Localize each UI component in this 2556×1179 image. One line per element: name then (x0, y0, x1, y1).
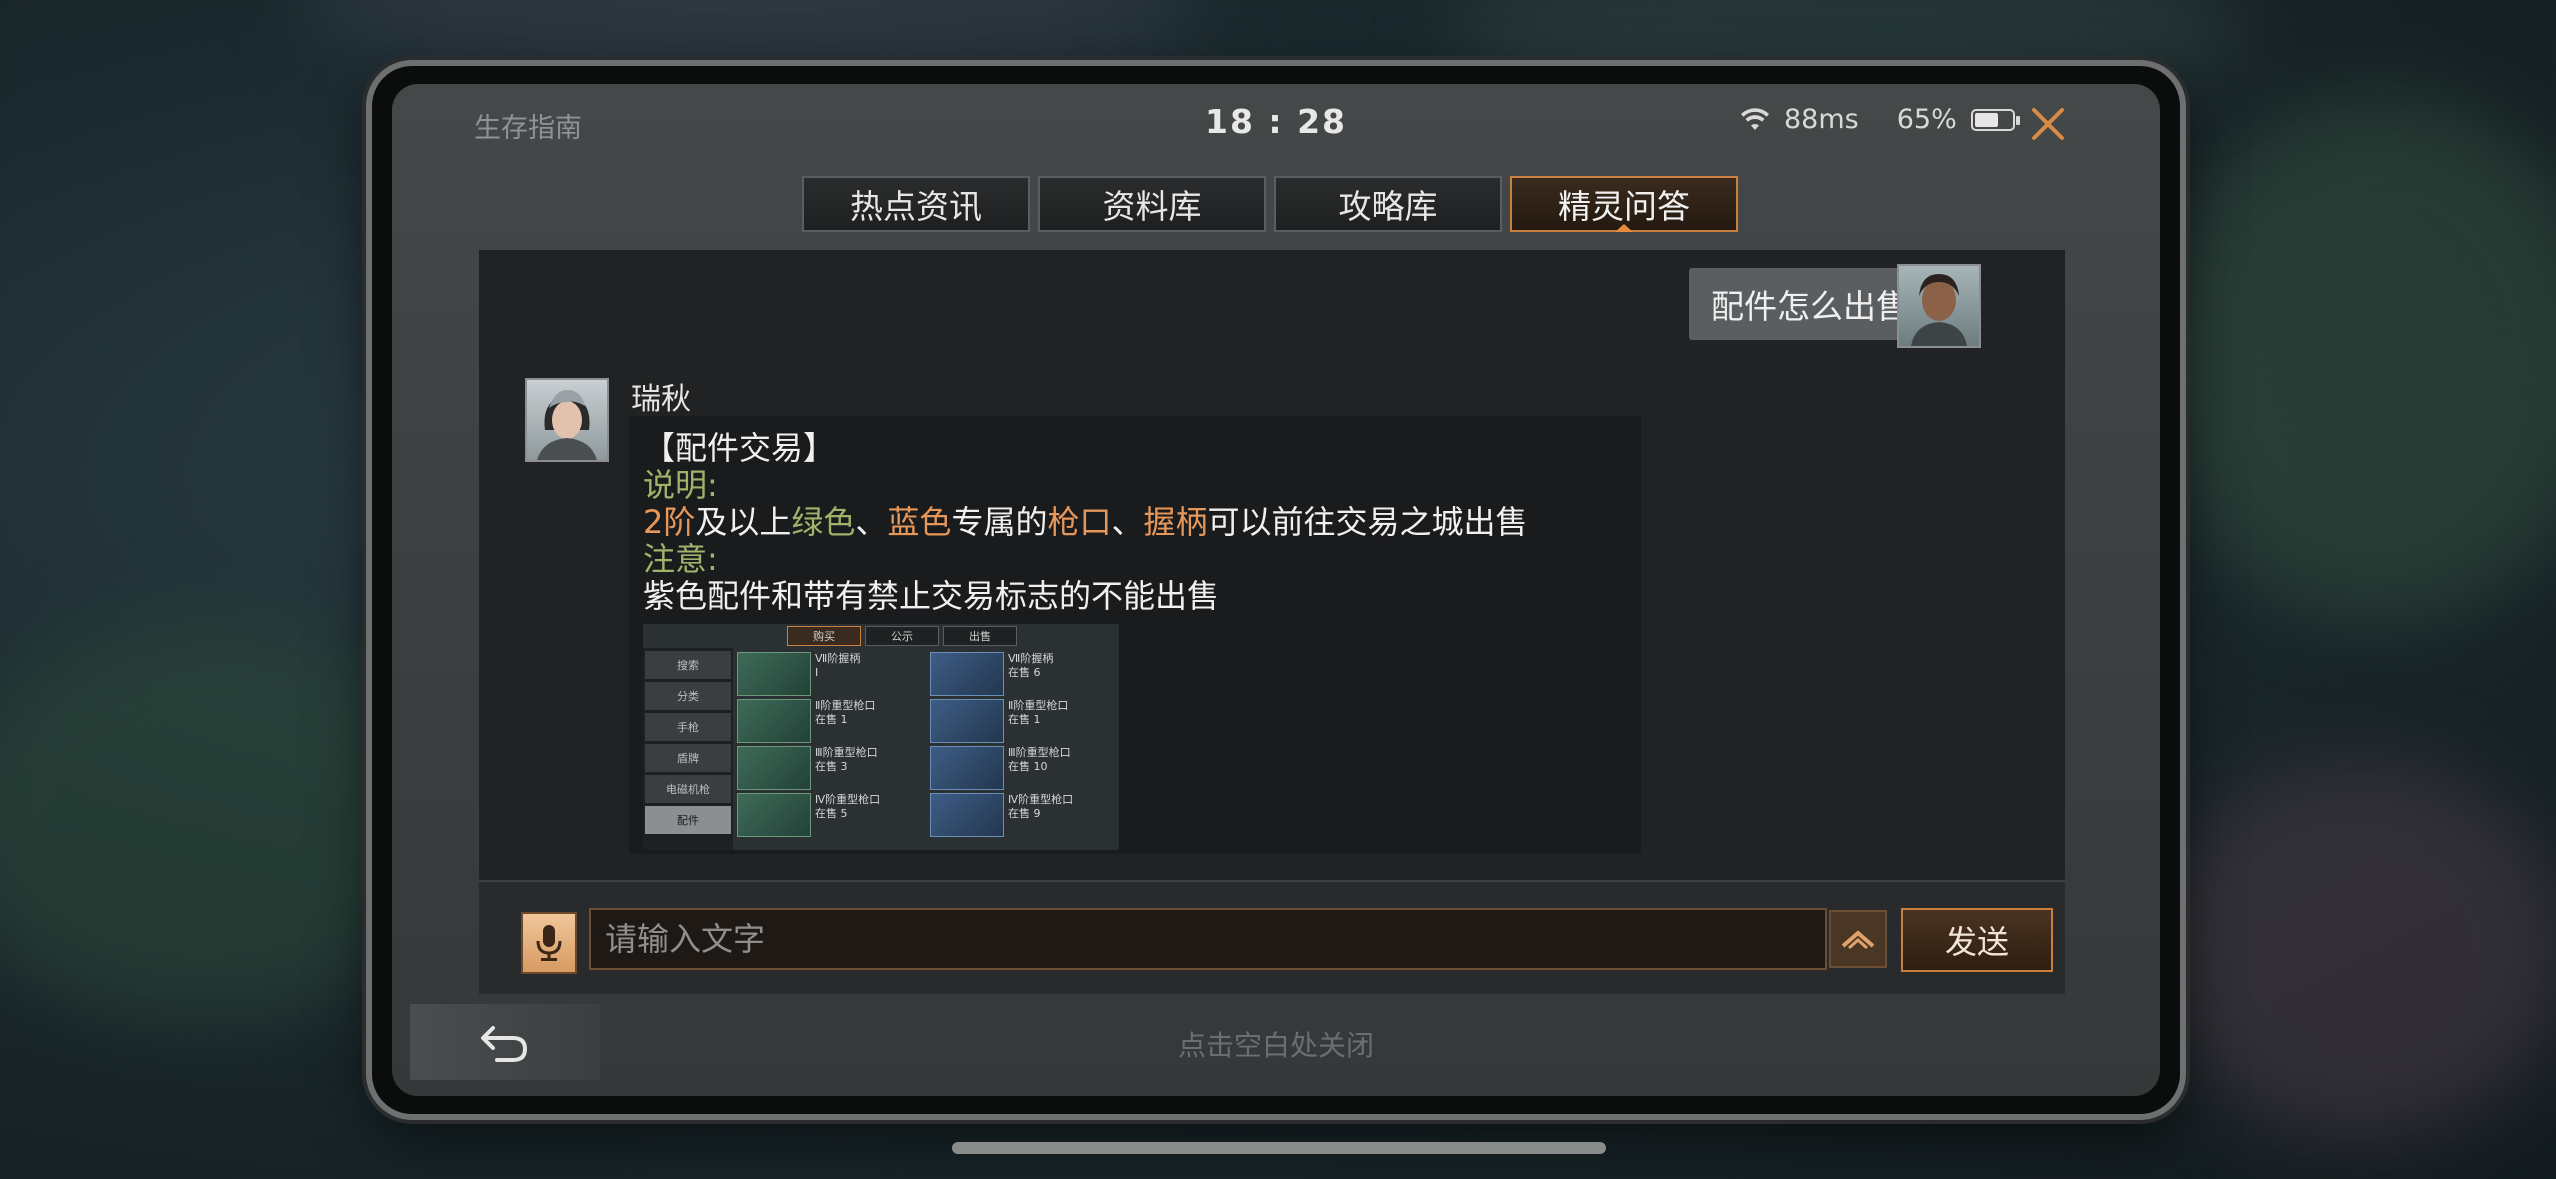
wifi-icon (1740, 107, 1770, 132)
note-text: 2阶及以上绿色、蓝色专属的枪口、握柄可以前往交易之城出售 (643, 504, 1528, 541)
thumb-item-name: Ⅲ阶重型枪口 (815, 746, 878, 759)
note-text-segment: 蓝色 (887, 503, 952, 541)
chat-panel[interactable]: 配件怎么出售 瑞秋 【配件交易】 说明: 2阶及以上绿色、蓝色专属的枪口、握柄可… (479, 250, 2065, 880)
thumb-item: Ⅱ阶重型枪口 在售 1 (930, 699, 1117, 743)
warning-text: 紫色配件和带有禁止交易标志的不能出售 (643, 577, 1220, 615)
note-text-segment: 枪口 (1047, 503, 1112, 541)
thumb-item-name: Ⅳ阶重型枪口 (815, 793, 881, 806)
message-title: 【配件交易】 (643, 429, 836, 467)
thumb-item-stock: 在售 5 (815, 807, 848, 820)
thumb-sidebar-item: 配件 (645, 806, 731, 834)
thumb-item-name: Ⅶ阶握柄 (1008, 652, 1054, 665)
thumb-item-stock: 在售 1 (1008, 713, 1041, 726)
tab-spirit-qa[interactable]: 精灵问答 (1510, 176, 1738, 232)
thumb-item: Ⅳ阶重型枪口 在售 9 (930, 793, 1117, 837)
thumb-sidebar-item: 搜索 (645, 651, 731, 679)
thumb-item-grid: Ⅶ阶握柄 Ⅰ Ⅶ阶握柄 在售 6 Ⅱ阶重型枪口 在售 1 Ⅱ阶重型枪口 在售 1 Ⅲ阶重型枪口在… (735, 648, 1119, 850)
note-text-segment: 可以前往交易之城出售 (1207, 503, 1528, 541)
survival-guide-window: 生存指南 18 : 28 88ms 65% 热点资讯 资料库 攻略库 精灵问答 … (392, 84, 2160, 1096)
thumb-item: Ⅱ阶重型枪口 在售 1 (737, 699, 924, 743)
expand-button[interactable] (1829, 910, 1887, 968)
thumb-item-stock: Ⅰ (815, 666, 819, 679)
user-message-bubble: 配件怎么出售 (1689, 268, 1945, 340)
thumb-item-name: Ⅱ阶重型枪口 (1008, 699, 1069, 712)
background-blur (2150, 760, 2556, 1140)
background-blur (2150, 100, 2556, 620)
close-hint-text[interactable]: 点击空白处关闭 (392, 1024, 2160, 1064)
thumb-item-text: Ⅱ阶重型枪口 在售 1 (815, 699, 875, 727)
attachment-icon (930, 699, 1004, 743)
thumb-sidebar-item: 分类 (645, 682, 731, 710)
bot-name: 瑞秋 (631, 382, 691, 417)
attachment-icon (930, 652, 1004, 696)
status-indicators: 88ms 65% (1740, 104, 2020, 135)
thumb-item-text: Ⅳ阶重型枪口 在售 5 (815, 793, 880, 821)
chat-text-input[interactable] (589, 908, 1827, 970)
bot-avatar (525, 378, 609, 462)
tab-database[interactable]: 资料库 (1038, 176, 1266, 232)
ping-value: 88ms (1784, 104, 1859, 135)
thumb-item-text: Ⅲ阶重型枪口 在售 3 (815, 746, 878, 774)
thumb-tab-notice: 公示 (865, 626, 939, 646)
thumb-item-name: Ⅶ阶握柄 (815, 652, 861, 665)
thumb-item: Ⅶ阶握柄 Ⅰ (737, 652, 924, 696)
send-button[interactable]: 发送 (1901, 908, 2053, 972)
tab-guides[interactable]: 攻略库 (1274, 176, 1502, 232)
thumb-item: Ⅲ阶重型枪口 在售 3 (737, 746, 924, 790)
note-text-segment: 、 (1111, 503, 1144, 541)
thumb-sidebar: 搜索 分类 手枪 盾牌 电磁机枪 配件 (643, 648, 733, 850)
bot-message-bubble: 【配件交易】 说明: 2阶及以上绿色、蓝色专属的枪口、握柄可以前往交易之城出售 … (629, 416, 1641, 854)
thumb-item-stock: 在售 1 (815, 713, 848, 726)
thumb-item-text: Ⅲ阶重型枪口 在售 10 (1008, 746, 1071, 774)
note-text-segment: 、 (855, 503, 888, 541)
thumb-item: Ⅲ阶重型枪口 在售 10 (930, 746, 1117, 790)
thumb-item-stock: 在售 9 (1008, 807, 1041, 820)
attachment-icon (737, 652, 811, 696)
microphone-button[interactable] (521, 912, 577, 974)
thumb-item-text: Ⅶ阶握柄 在售 6 (1008, 652, 1053, 680)
tab-hot-news[interactable]: 热点资讯 (802, 176, 1030, 232)
note-label: 说明: (643, 466, 718, 504)
note-text-segment: 绿色 (791, 503, 856, 541)
chevron-up-icon (1841, 930, 1875, 950)
thumb-sidebar-item: 盾牌 (645, 744, 731, 772)
thumb-sidebar-item: 电磁机枪 (645, 775, 731, 803)
thumb-item-text: Ⅶ阶握柄 Ⅰ (815, 652, 860, 680)
attachment-icon (930, 793, 1004, 837)
thumb-item-stock: 在售 10 (1008, 760, 1048, 773)
thumb-item-stock: 在售 3 (815, 760, 848, 773)
close-icon[interactable] (2016, 92, 2080, 156)
thumb-sidebar-item: 手枪 (645, 713, 731, 741)
note-text-segment: 及以上 (695, 503, 792, 541)
note-text-segment: 2阶 (643, 503, 696, 541)
thumb-item-name: Ⅱ阶重型枪口 (815, 699, 876, 712)
attachment-icon (930, 746, 1004, 790)
user-avatar (1897, 264, 1981, 348)
thumb-tab-sell: 出售 (943, 626, 1017, 646)
trade-screenshot-image[interactable]: 购买 公示 出售 搜索 分类 手枪 盾牌 电磁机枪 配件 Ⅶ阶握柄 Ⅰ Ⅶ阶握柄 在售… (643, 624, 1119, 850)
home-indicator[interactable] (952, 1142, 1606, 1154)
warning-label: 注意: (643, 540, 718, 578)
thumb-item: Ⅶ阶握柄 在售 6 (930, 652, 1117, 696)
note-text-segment: 握柄 (1143, 503, 1208, 541)
thumb-tab-buy: 购买 (787, 626, 861, 646)
thumb-item-text: Ⅳ阶重型枪口 在售 9 (1008, 793, 1073, 821)
battery-percent: 65% (1896, 104, 1957, 135)
thumb-item-name: Ⅲ阶重型枪口 (1008, 746, 1071, 759)
attachment-icon (737, 746, 811, 790)
thumb-item-text: Ⅱ阶重型枪口 在售 1 (1008, 699, 1068, 727)
note-text-segment: 专属的 (951, 503, 1048, 541)
tab-bar: 热点资讯 资料库 攻略库 精灵问答 (802, 176, 1738, 232)
thumb-item-stock: 在售 6 (1008, 666, 1041, 679)
microphone-icon (536, 925, 562, 961)
attachment-icon (737, 793, 811, 837)
thumb-item: Ⅳ阶重型枪口 在售 5 (737, 793, 924, 837)
battery-icon (1970, 108, 2020, 131)
attachment-icon (737, 699, 811, 743)
chat-input-bar: 发送 (479, 880, 2065, 994)
thumb-item-name: Ⅳ阶重型枪口 (1008, 793, 1074, 806)
